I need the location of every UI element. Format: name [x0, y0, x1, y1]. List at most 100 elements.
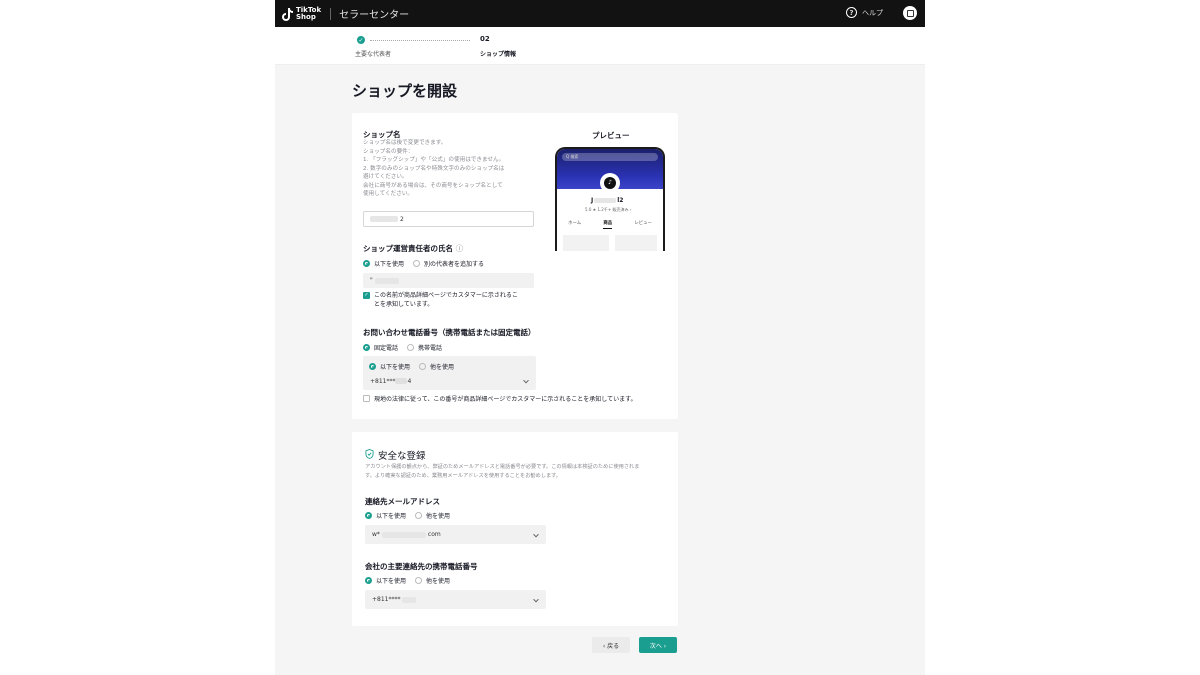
step-2-label: ショップ情報: [480, 51, 517, 58]
secure-desc-2: す。より確実な認証のため、業務用メールアドレスを使用することをお勧めします。: [365, 472, 561, 479]
preview-tab-products: 商品: [603, 220, 613, 229]
help-label: ヘルプ: [862, 8, 883, 17]
preview-title: プレビュー: [592, 131, 630, 140]
redacted-text: [370, 216, 398, 222]
operator-consent[interactable]: ✓ この名前が商品詳細ページでカスタマーに示されるこ とを承知しています。: [363, 292, 518, 309]
operator-options: 以下を使用 別の代表者を追加する: [363, 259, 484, 268]
email-other-radio[interactable]: [415, 512, 423, 519]
phone-use-label: 以下を使用: [380, 364, 411, 371]
landline-radio[interactable]: [363, 344, 370, 351]
help-icon: ?: [846, 7, 857, 18]
step-connector: [370, 40, 470, 41]
mobile-phone-prefix: +811****: [372, 596, 401, 603]
page-title: ショップを開設: [352, 82, 458, 100]
phone-consent-text: 現地の法律に従って、この番号が商品詳細ページでカスタマーに示されることを承知して…: [374, 396, 637, 403]
step-2-number: 02: [480, 35, 490, 43]
shop-name-value-suffix: 2: [400, 215, 404, 223]
phone-value-suffix: 4: [407, 377, 412, 385]
shop-avatar: ♪: [600, 173, 620, 193]
phone-consent[interactable]: 現地の法律に従って、この番号が商品詳細ページでカスタマーに示されることを承知して…: [363, 394, 637, 403]
redacted-text: [395, 378, 408, 384]
phone-subpanel: 以下を使用 他を使用 +811*** 4: [363, 356, 536, 390]
preview-rating: 5.0 ★ 1.2千+ 販売済み ›: [585, 207, 632, 212]
shop-name-input[interactable]: 2: [363, 211, 534, 227]
section-title: セラーセンター: [339, 10, 410, 21]
tiktok-note-icon: [281, 7, 293, 21]
logo-divider: [330, 7, 332, 20]
redacted-text: [402, 596, 417, 603]
email-suffix: com: [427, 531, 441, 538]
mobile-phone-label: 会社の主要連絡先の携帯電話番号: [365, 562, 478, 571]
step-1-label: 主要な代表者: [355, 51, 392, 58]
preview-tabs: ホーム 商品 レビュー: [557, 220, 663, 229]
mobile-radio[interactable]: [407, 344, 415, 351]
mobile-other-radio[interactable]: [415, 577, 423, 584]
shop-name-help-5: 避けてください。: [363, 174, 408, 180]
operator-use-label: 以下を使用: [374, 261, 405, 268]
email-prefix: w*: [372, 531, 380, 538]
operator-name-label: ショップ運営責任者の氏名 ⓘ: [363, 244, 464, 253]
email-use-radio[interactable]: [365, 512, 372, 519]
email-select[interactable]: w* com: [365, 525, 546, 544]
operator-add-radio[interactable]: [413, 260, 421, 267]
mobile-use-label: 以下を使用: [376, 578, 407, 585]
secure-desc-1: アカウント保護の観点から、弊証のためメールアドレスと電話番号が必要です。この情報…: [365, 464, 640, 470]
preview-product-card: [615, 235, 657, 251]
preview-product-card: [563, 235, 609, 251]
operator-consent-line-1: この名前が商品詳細ページでカスタマーに示されるこ: [374, 292, 518, 299]
shop-name-help-6: 会社に商号がある場合は、その商号をショップ名として: [363, 182, 503, 189]
preview-tab-home: ホーム: [568, 221, 582, 226]
landline-label: 固定電話: [374, 345, 399, 352]
mobile-use-radio[interactable]: [365, 577, 372, 584]
shop-info-card: ショップ名 ショップ名は後で変更できます。 ショップ名の要件： 1. 「フラッグ…: [352, 113, 678, 419]
chevron-down-icon: [523, 377, 529, 384]
help-link[interactable]: ? ヘルプ: [846, 7, 883, 18]
chevron-down-icon: [533, 596, 539, 602]
mobile-phone-select[interactable]: +811****: [365, 590, 546, 609]
shop-name-help-2: ショップ名の要件：: [363, 148, 414, 155]
tiktok-shop-logo[interactable]: TikTok Shop: [281, 6, 321, 21]
phone-use-radio[interactable]: [369, 363, 376, 370]
phone-other-radio[interactable]: [419, 363, 427, 370]
back-button[interactable]: ‹ 戻る: [592, 637, 630, 653]
top-bar: TikTok Shop セラーセンター ? ヘルプ: [275, 0, 925, 27]
redacted-text: [374, 277, 399, 284]
seller-center-app: TikTok Shop セラーセンター ? ヘルプ ✓ 02 主要な代表者 ショ…: [275, 0, 925, 675]
shield-icon: [365, 449, 374, 459]
redacted-text: [381, 531, 426, 538]
preview-shop-name: Jl2: [591, 197, 624, 204]
email-options: 以下を使用 他を使用: [365, 511, 450, 520]
phone-other-label: 他を使用: [430, 364, 455, 371]
contact-phone-select[interactable]: +811*** 4: [363, 374, 536, 388]
checkbox-checked-icon[interactable]: ✓: [363, 292, 370, 299]
operator-use-radio[interactable]: [363, 260, 370, 267]
shop-name-help-7: 使用してください。: [363, 191, 414, 197]
contact-phone-label: お問い合わせ電話番号（携帯電話または固定電話）: [363, 328, 536, 337]
next-button[interactable]: 次へ ›: [639, 637, 677, 653]
account-icon[interactable]: [903, 6, 917, 20]
phone-use-options: 以下を使用 他を使用: [369, 362, 454, 371]
email-other-label: 他を使用: [426, 513, 451, 520]
secure-registration-card: 安全な登録 アカウント保護の観点から、弊証のためメールアドレスと電話番号が必要で…: [352, 432, 678, 626]
preview-search-bar: Q 検索: [562, 153, 658, 161]
checkbox-unchecked-icon[interactable]: [363, 395, 370, 402]
shop-name-help-1: ショップ名は後で変更できます。: [363, 140, 447, 146]
phone-value-prefix: +811***: [370, 377, 396, 385]
phone-type-options: 固定電話 携帯電話: [363, 343, 442, 352]
logo-line-2: Shop: [296, 12, 316, 21]
shop-preview-phone: Q 検索 ♪ Jl2 5.0 ★ 1.2千+ 販売済み › ホーム 商品 レビュ…: [555, 147, 665, 251]
step-complete-check-icon: ✓: [357, 36, 365, 44]
email-use-label: 以下を使用: [376, 513, 407, 520]
mobile-phone-options: 以下を使用 他を使用: [365, 576, 450, 585]
shop-name-help-4: 2. 数字のみのショップ名や特殊文字のみのショップ名は: [363, 165, 505, 172]
mobile-other-label: 他を使用: [426, 578, 451, 585]
operator-add-label: 別の代表者を追加する: [424, 261, 485, 268]
operator-consent-line-2: とを承知しています。: [374, 300, 434, 308]
preview-tab-reviews: レビュー: [634, 221, 652, 226]
operator-name-prefix: ": [370, 277, 373, 284]
shop-name-help-3: 1. 「フラッグシップ」や「公式」の使用はできません。: [363, 157, 505, 163]
mobile-label: 携帯電話: [418, 345, 443, 352]
operator-name-field[interactable]: ": [363, 273, 534, 288]
preview-mask: [631, 251, 668, 397]
progress-stepper: ✓ 02 主要な代表者 ショップ情報: [275, 27, 925, 65]
